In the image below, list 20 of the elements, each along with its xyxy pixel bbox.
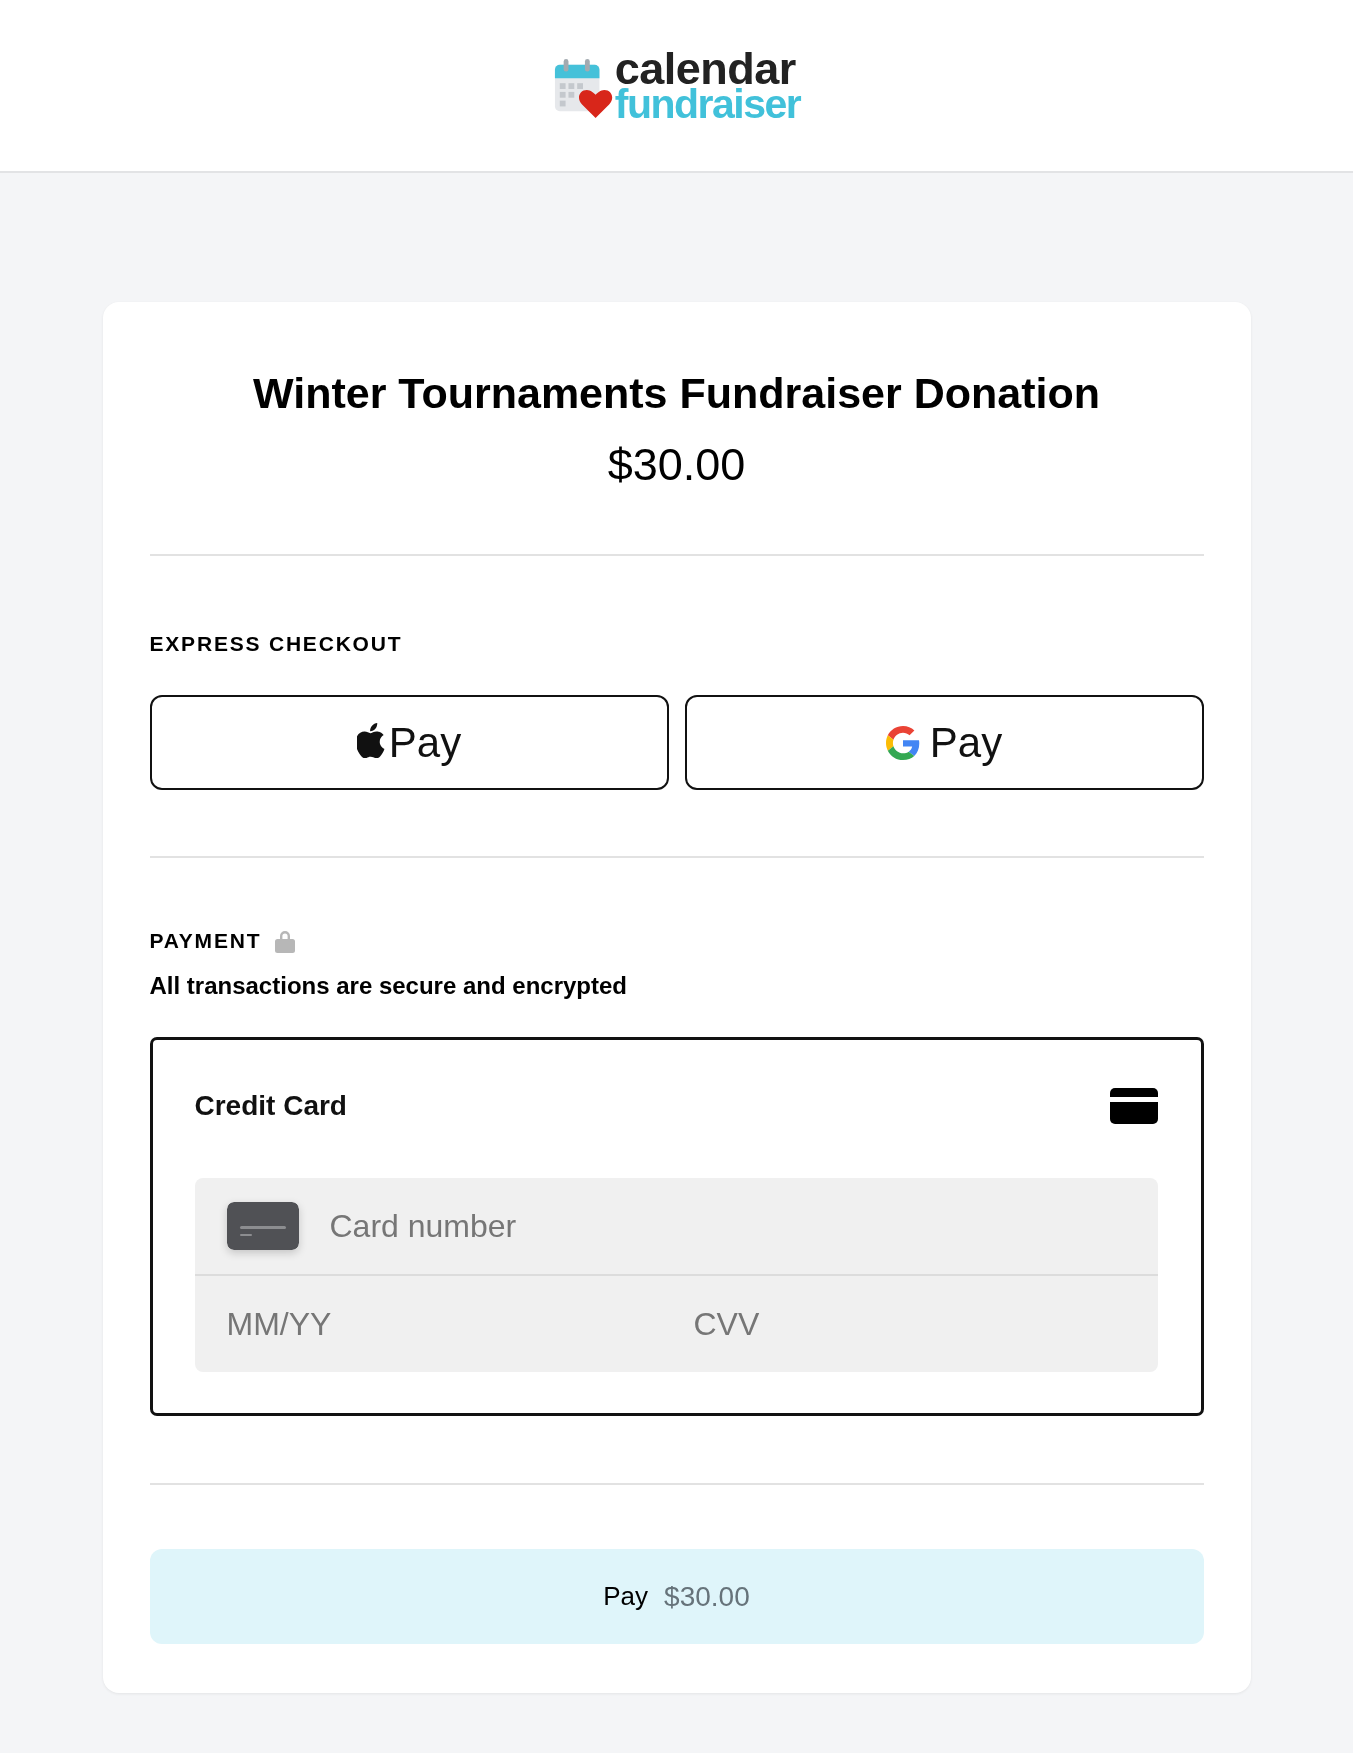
donation-title: Winter Tournaments Fundraiser Donation	[252, 368, 1101, 418]
expiry-field[interactable]: MM/YY	[194, 1276, 662, 1372]
donation-amount: $30.00	[606, 440, 747, 490]
express-checkout-heading: EXPRESS CHECKOUT	[149, 632, 404, 656]
cvv-field[interactable]: CVV	[661, 1276, 1158, 1372]
logo-subtitle: fundraiser	[614, 86, 801, 121]
google-pay-button[interactable]: Pay	[684, 695, 1204, 790]
pay-button[interactable]: Pay $30.00	[149, 1549, 1204, 1644]
apple-logo-icon	[356, 723, 385, 758]
credit-card-icon	[1109, 1088, 1158, 1124]
payment-heading: PAYMENT	[149, 929, 262, 953]
logo-title: calendar	[614, 50, 796, 87]
security-note: All transactions are secure and encrypted	[149, 973, 628, 999]
card-number-field[interactable]: Card number	[194, 1178, 1158, 1276]
lock-icon	[275, 929, 296, 953]
credit-card-title: Credit Card	[194, 1090, 347, 1122]
apple-pay-button[interactable]: Pay	[149, 695, 669, 790]
calendar-heart-icon	[552, 58, 613, 119]
google-logo-icon	[885, 725, 920, 760]
card-icon	[226, 1202, 299, 1250]
